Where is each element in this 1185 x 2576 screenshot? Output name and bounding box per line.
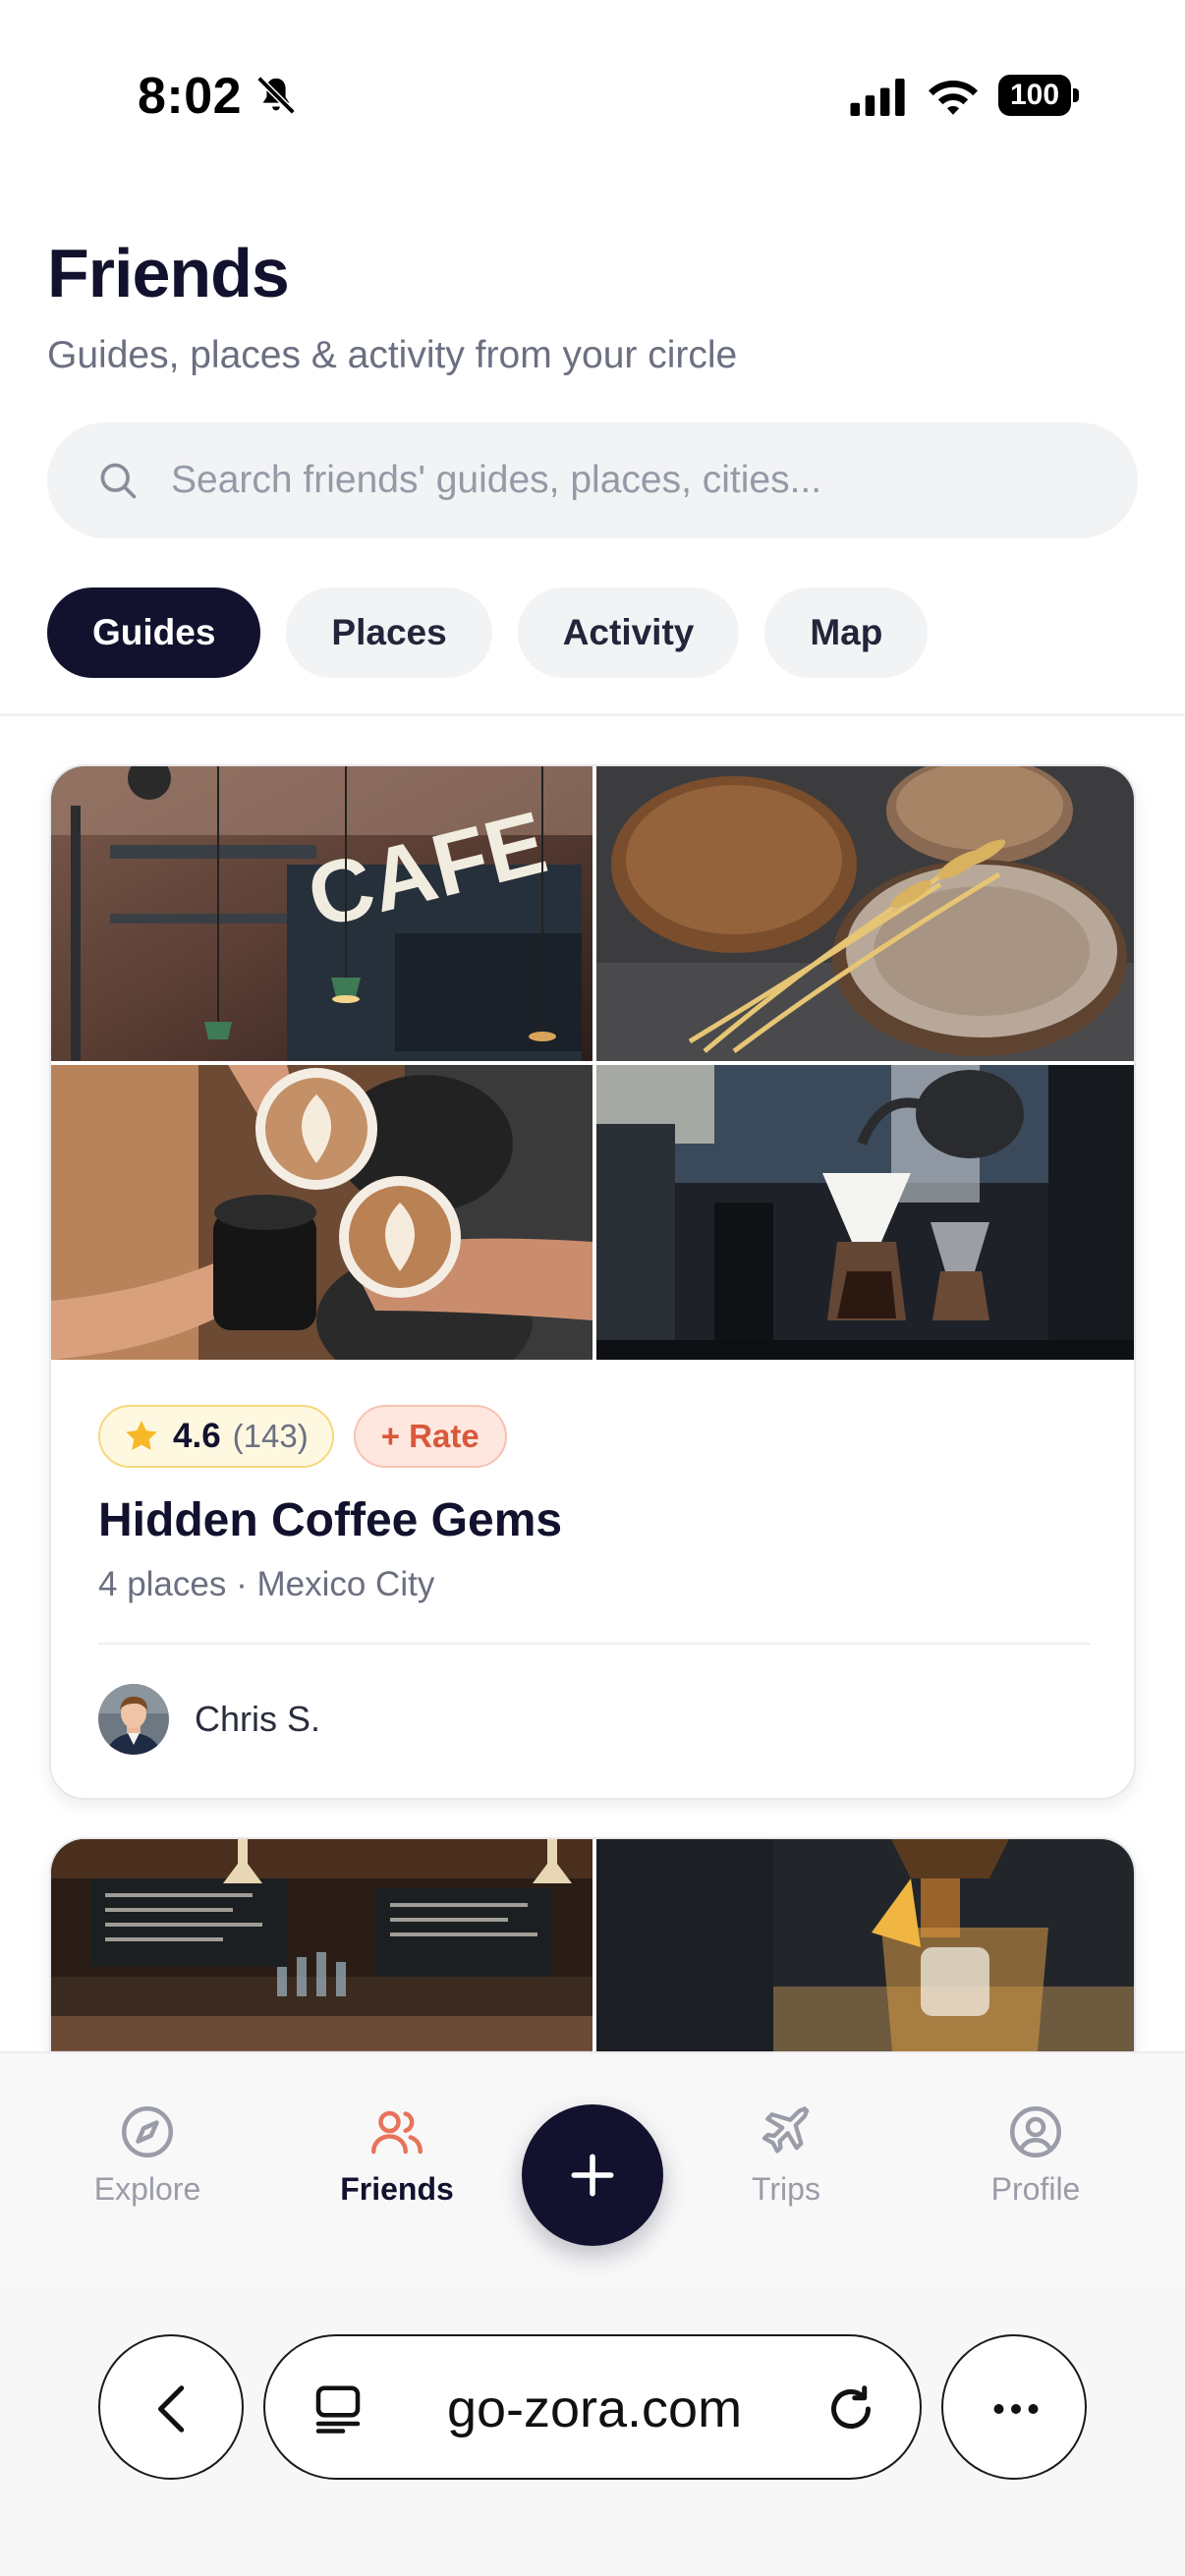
status-bar: 8:02 100 <box>0 0 1185 196</box>
bread-loaves-photo <box>596 766 1134 1061</box>
more-button[interactable] <box>941 2334 1087 2480</box>
latte-cheers-photo <box>51 1065 592 1360</box>
bell-slash-icon <box>256 76 296 115</box>
guide-card-body: 4.6 (143) + Rate Hidden Coffee Gems 4 pl… <box>98 1405 1091 1604</box>
battery-level: 100 <box>998 75 1071 116</box>
reload-icon[interactable] <box>821 2380 880 2438</box>
filter-tabs: Guides Places Activity Map <box>47 588 929 678</box>
photo-mosaic: CAFE <box>51 766 1134 1360</box>
tabs-icon <box>315 2385 361 2434</box>
nav-explore[interactable]: Explore <box>49 2102 246 2208</box>
bottom-tab-bar: Explore Friends Trips Profile <box>0 2051 1185 2287</box>
rating-badge: 4.6 (143) <box>98 1405 334 1468</box>
guide-title[interactable]: Hidden Coffee Gems <box>98 1493 1091 1547</box>
guide-author[interactable]: Chris S. <box>98 1682 320 1757</box>
signal-icon <box>850 79 905 116</box>
nav-explore-label: Explore <box>93 2171 201 2207</box>
card-divider <box>98 1643 1091 1645</box>
add-button[interactable] <box>522 2104 663 2246</box>
tab-map[interactable]: Map <box>764 588 929 678</box>
search-input[interactable] <box>171 422 1095 538</box>
star-icon <box>126 1421 157 1450</box>
guide-card[interactable]: CAFE 4.6 (143) + Rate Hidden Coffee Gems… <box>49 764 1136 1800</box>
avatar <box>98 1684 169 1755</box>
status-time: 8:02 <box>138 68 243 125</box>
search-bar[interactable] <box>47 422 1138 538</box>
wifi-icon <box>929 81 978 115</box>
tab-guides[interactable]: Guides <box>47 588 261 678</box>
cafe-sign-photo: CAFE <box>51 766 592 1061</box>
compass-icon <box>122 2106 173 2157</box>
rating-value: 4.6 <box>173 1417 221 1455</box>
tab-activity[interactable]: Activity <box>517 588 740 678</box>
nav-trips-label: Trips <box>752 2171 820 2207</box>
plane-icon <box>762 2106 810 2154</box>
search-icon <box>100 463 137 499</box>
plus-icon <box>571 2154 614 2197</box>
page-subtitle: Guides, places & activity from your circ… <box>47 334 738 376</box>
author-name: Chris S. <box>195 1699 321 1739</box>
pour-over-coffee-photo <box>596 1065 1134 1360</box>
page-title: Friends <box>47 235 290 311</box>
nav-friends[interactable]: Friends <box>299 2102 495 2208</box>
guide-badges: 4.6 (143) + Rate <box>98 1405 1091 1468</box>
ellipsis-icon <box>993 2404 1039 2414</box>
address-bar[interactable]: go-zora.com <box>263 2334 922 2480</box>
nav-profile[interactable]: Profile <box>937 2102 1134 2208</box>
nav-profile-label: Profile <box>990 2171 1081 2207</box>
tab-places[interactable]: Places <box>286 588 492 678</box>
nav-friends-label: Friends <box>340 2171 454 2207</box>
rating-count: (143) <box>232 1418 309 1454</box>
nav-trips[interactable]: Trips <box>688 2102 884 2208</box>
browser-toolbar: go-zora.com <box>0 2287 1185 2576</box>
guide-meta: 4 places · Mexico City <box>98 1565 435 1603</box>
header-divider <box>0 713 1185 716</box>
users-icon <box>371 2110 423 2155</box>
friends-page: 8:02 100 Friends Guides, places & activi… <box>0 0 1185 2576</box>
url-text: go-zora.com <box>446 2380 743 2438</box>
battery-icon: 100 <box>998 75 1079 116</box>
rate-button[interactable]: + Rate <box>353 1405 507 1468</box>
chevron-left-icon <box>158 2385 185 2433</box>
user-circle-icon <box>1010 2106 1061 2157</box>
back-button[interactable] <box>98 2334 244 2480</box>
